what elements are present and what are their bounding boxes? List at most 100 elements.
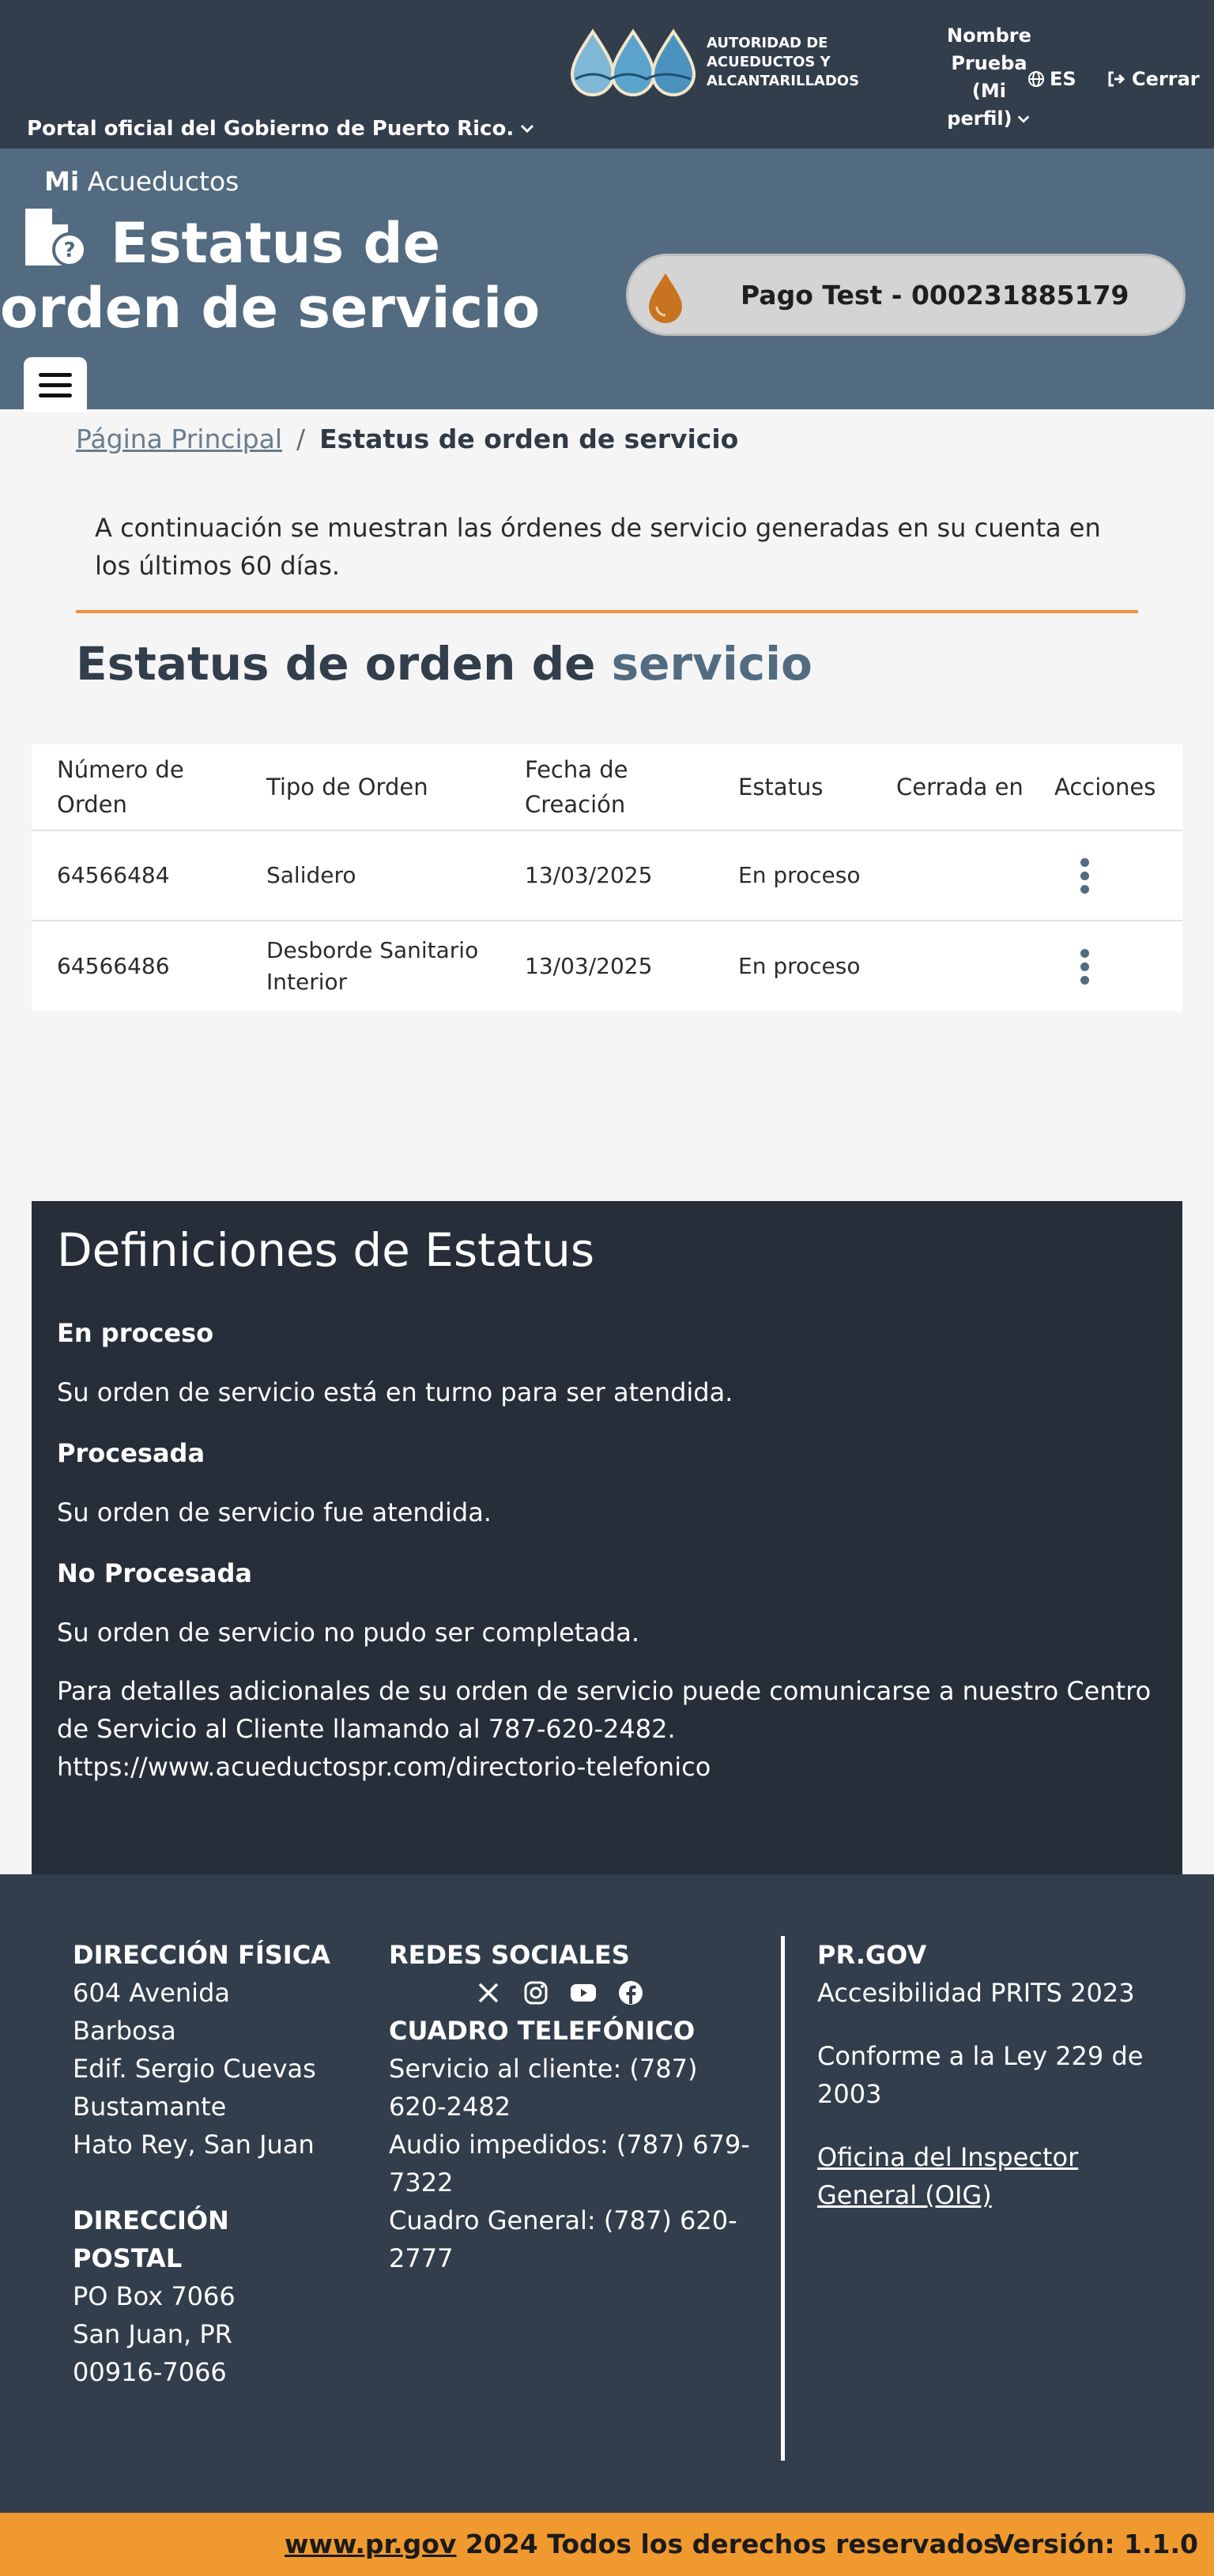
aaa-logo[interactable]: AUTORIDAD DE ACUEDUCTOS Y ALCANTARILLADO… <box>569 27 936 98</box>
globe-icon <box>1028 71 1044 87</box>
kebab-dot-icon <box>1080 962 1089 971</box>
oig-link[interactable]: Oficina del Inspector General (OIG) <box>817 2142 1078 2210</box>
breadcrumb-separator: / <box>296 424 306 454</box>
kebab-dot-icon <box>1080 975 1089 985</box>
footer-prgov: PR.GOV Accesibilidad PRITS 2023 Conforme… <box>817 1936 1165 2239</box>
user-profile-menu[interactable]: Nombre Prueba (Mi perfil) <box>947 22 1031 133</box>
top-bar: Portal oficial del Gobierno de Puerto Ri… <box>0 0 1214 149</box>
definitions-title: Definiciones de Estatus <box>57 1223 595 1277</box>
section-title-bold: servicio <box>611 637 812 691</box>
footer-addresses: DIRECCIÓN FÍSICA 604 Avenida Barbosa Edi… <box>73 1936 334 2391</box>
table-row: 64566484 Salidero 13/03/2025 En proceso <box>32 831 1182 921</box>
prgov-item: Conforme a la Ley 229 de 2003 <box>817 2041 1144 2109</box>
address-line: Hato Rey, San Juan <box>73 2130 315 2160</box>
column-header: Número de Orden <box>57 756 184 818</box>
gov-portal-link[interactable]: Portal oficial del Gobierno de Puerto Ri… <box>27 117 536 141</box>
intro-text: A continuación se muestran las órdenes d… <box>95 513 1101 581</box>
order-date: 13/03/2025 <box>525 953 653 979</box>
language-label: ES <box>1050 68 1076 90</box>
footer-divider <box>781 1936 785 2461</box>
x-icon[interactable] <box>473 1977 504 2009</box>
row-actions-button[interactable] <box>1069 857 1100 894</box>
user-name-line: (Mi <box>971 80 1006 102</box>
kebab-dot-icon <box>1080 948 1089 958</box>
footer-contact: REDES SOCIALES CUADRO TELEFÓNICO Servici… <box>389 1936 752 2277</box>
actions-cell <box>1029 948 1182 985</box>
column-header: Cerrada en <box>896 774 1024 800</box>
order-type: Desborde Sanitario Interior <box>266 937 479 995</box>
order-number: 64566484 <box>57 862 170 888</box>
water-drop-icon <box>649 273 682 323</box>
section-divider <box>76 610 1138 613</box>
account-label: Pago Test - 000231885179 <box>741 280 1129 311</box>
address-line: Barbosa <box>73 2016 176 2046</box>
address-line: Edif. Sergio Cuevas <box>73 2054 316 2084</box>
copyright-text: www.pr.gov 2024 Todos los derechos reser… <box>285 2529 999 2559</box>
instagram-icon[interactable] <box>520 1977 552 2009</box>
facebook-icon[interactable] <box>615 1977 647 2009</box>
table-row: 64566486 Desborde Sanitario Interior 13/… <box>32 921 1182 1011</box>
site-footer: DIRECCIÓN FÍSICA 604 Avenida Barbosa Edi… <box>0 1874 1214 2513</box>
youtube-icon[interactable] <box>567 1977 599 2009</box>
breadcrumb-home-link[interactable]: Página Principal <box>76 424 282 454</box>
user-name-line: Nombre <box>947 24 1031 47</box>
hamburger-icon <box>39 372 72 377</box>
section-title: Estatus de orden de servicio <box>76 637 812 691</box>
address-line: Bustamante <box>73 2092 227 2122</box>
kebab-dot-icon <box>1080 871 1089 880</box>
language-toggle[interactable]: ES <box>1027 68 1076 90</box>
definition-desc: Su orden de servicio no pudo ser complet… <box>57 1618 639 1648</box>
address-line: 604 Avenida <box>73 1978 230 2008</box>
kebab-dot-icon <box>1080 884 1089 894</box>
status-definitions: Definiciones de Estatus En proceso Su or… <box>32 1201 1182 1874</box>
postal-address-title: DIRECCIÓN POSTAL <box>73 2205 229 2273</box>
page-header: Mi Acueductos ? Estatus de orden de serv… <box>0 149 1214 412</box>
address-line: 00916-7066 <box>73 2357 227 2387</box>
social-title: REDES SOCIALES <box>389 1940 630 1970</box>
definition-term: En proceso <box>57 1318 214 1348</box>
column-header: Fecha de Creación <box>525 756 628 818</box>
rights-text: 2024 Todos los derechos reservados <box>456 2529 999 2559</box>
prgov-title: PR.GOV <box>817 1940 927 1970</box>
file-question-icon: ? <box>25 209 87 267</box>
sign-out-icon <box>1108 71 1125 87</box>
phone-line: Audio impedidos: (787) 679-7322 <box>389 2130 750 2198</box>
water-drops-logo-icon <box>570 28 696 96</box>
order-status: En proceso <box>738 953 861 979</box>
definition-desc: Su orden de servicio está en turno para … <box>57 1377 733 1407</box>
row-actions-button[interactable] <box>1069 948 1100 985</box>
prgov-link[interactable]: www.pr.gov <box>285 2529 456 2559</box>
column-header: Acciones <box>1054 774 1156 800</box>
breadcrumb-current: Estatus de orden de servicio <box>319 424 739 454</box>
orders-table: Número de Orden Tipo de Orden Fecha de C… <box>32 744 1182 1011</box>
hamburger-menu-button[interactable] <box>24 357 87 412</box>
phone-directory-title: CUADRO TELEFÓNICO <box>389 2016 696 2046</box>
user-name-line: Prueba <box>951 52 1027 74</box>
page-title: ? Estatus de orden de servicio <box>0 207 601 341</box>
order-date: 13/03/2025 <box>525 862 653 888</box>
definitions-note-text: Para detalles adicionales de su orden de… <box>57 1676 1152 1744</box>
actions-cell <box>1029 857 1182 894</box>
section-title-normal: Estatus de orden de <box>76 637 612 691</box>
hamburger-icon <box>39 382 72 387</box>
phone-line: Cuadro General: (787) 620-2777 <box>389 2205 737 2273</box>
order-status: En proceso <box>738 862 861 888</box>
definition-desc: Su orden de servicio fue atendida. <box>57 1497 492 1527</box>
definitions-note: Para detalles adicionales de su orden de… <box>57 1672 1163 1786</box>
order-number: 64566486 <box>57 953 170 979</box>
social-links <box>389 1977 752 2009</box>
definition-term: Procesada <box>57 1438 205 1468</box>
logo-text: AUTORIDAD DE ACUEDUCTOS Y ALCANTARILLADO… <box>707 35 860 89</box>
logout-button[interactable]: Cerrar <box>1107 68 1200 90</box>
version-label: Versión: 1.1.0 <box>993 2529 1198 2559</box>
app-brand[interactable]: Mi Acueductos <box>44 166 239 197</box>
address-line: San Juan, PR <box>73 2319 232 2349</box>
prgov-item: Accesibilidad PRITS 2023 <box>817 1978 1135 2008</box>
account-selector[interactable]: Pago Test - 000231885179 <box>626 254 1186 336</box>
brand-bold: Mi <box>44 166 80 197</box>
logout-label: Cerrar <box>1132 68 1200 90</box>
order-type: Salidero <box>266 862 356 888</box>
copyright-bar: www.pr.gov 2024 Todos los derechos reser… <box>0 2513 1214 2576</box>
definition-term: No Procesada <box>57 1558 252 1588</box>
chevron-down-icon <box>1017 115 1029 123</box>
